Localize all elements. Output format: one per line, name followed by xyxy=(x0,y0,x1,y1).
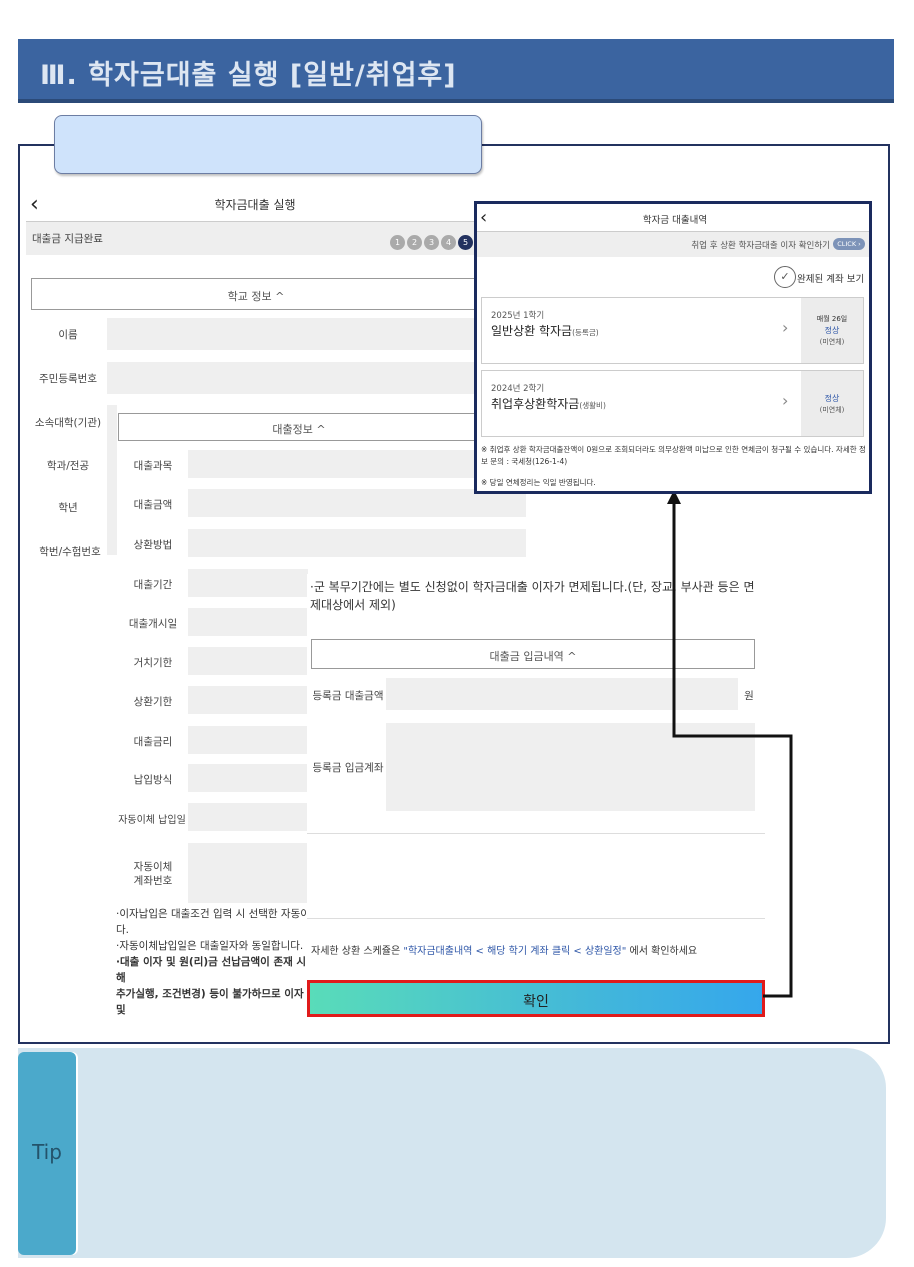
loan-overdue: (미연체) xyxy=(819,406,845,414)
loan-label: 대출과목 xyxy=(133,460,173,472)
loan-term: 2025년 1학기 xyxy=(491,311,545,321)
rrn-field[interactable] xyxy=(107,362,480,394)
loan-label: 납입방식 xyxy=(133,774,173,786)
loan-label: 대출개시일 xyxy=(128,618,178,630)
status-text: 대출금 지급완료 xyxy=(32,233,103,245)
connector-arrow-icon xyxy=(667,490,793,998)
step-dot-active: 5 xyxy=(458,235,473,250)
step-dot: 1 xyxy=(390,235,405,250)
loan-label: 대출금리 xyxy=(133,736,173,748)
loan-field[interactable] xyxy=(188,647,308,675)
completed-accounts-link[interactable]: 완제된 계좌 보기 xyxy=(797,271,864,285)
popup-notice-1: ※ 취업후 상환 학자금대출잔액이 0원으로 조회되더라도 의무상환액 미납으로… xyxy=(481,445,866,466)
check-circle-icon[interactable]: ✓ xyxy=(774,266,796,288)
notes: ·이자납입은 대출조건 입력 시 선택한 자동이 다. ·자동이체납입일은 대출… xyxy=(116,906,310,1018)
loan-label: 상환방법 xyxy=(133,539,173,551)
loan-field[interactable] xyxy=(188,764,308,792)
loan-label: 대출금액 xyxy=(133,499,173,511)
schedule-note-path: "학자금대출내역 < 해당 학기 계좌 클릭 < 상환일정" xyxy=(403,946,627,957)
auto-account-field[interactable] xyxy=(188,843,308,903)
popup-back-icon[interactable]: ‹ xyxy=(480,207,487,228)
loan-label: 대출기간 xyxy=(133,579,173,591)
loan-field[interactable] xyxy=(188,608,308,636)
tuition-account-label: 등록금 입금계좌 xyxy=(312,762,384,774)
click-badge[interactable]: CLICK › xyxy=(833,238,865,250)
loan-name-wrap: 일반상환 학자금(등록금) xyxy=(491,322,599,339)
step-dot: 2 xyxy=(407,235,422,250)
loan-field[interactable] xyxy=(188,686,308,714)
popup-title: 학자금 대출내역 xyxy=(642,215,708,226)
name-field[interactable] xyxy=(107,318,480,350)
field-label-rrn: 주민등록번호 xyxy=(39,373,97,385)
page-title: Ⅲ. 학자금대출 실행 [일반/취업후] xyxy=(18,39,894,103)
loan-due: 매월 26일 xyxy=(816,315,848,323)
field-label-name: 이름 xyxy=(58,329,78,341)
popup-notice-2: ※ 당일 연체정리는 익일 반영됩니다. xyxy=(481,478,596,487)
note-line: ·대출 이자 및 원(리)금 선납금액이 존재 시 해 xyxy=(116,956,307,984)
loan-label: 거치기한 xyxy=(133,657,173,669)
loan-label: 자동이체 납입일 xyxy=(118,815,186,826)
loan-sub: (생활비) xyxy=(579,401,606,410)
note-line: 다. xyxy=(116,924,129,936)
note-line: 추가실행, 조건변경) 등이 불가하므로 이자 및 xyxy=(116,988,304,1016)
loan-info-toggle[interactable]: 대출정보 ^ xyxy=(118,413,480,441)
loan-field[interactable] xyxy=(188,803,308,831)
chevron-right-icon: › xyxy=(782,391,789,410)
schedule-note-prefix: 자세한 상환 스케쥴은 xyxy=(311,946,404,957)
field-label-major: 학과/전공 xyxy=(46,460,90,472)
loan-status: 정상 xyxy=(824,326,840,335)
loan-field[interactable] xyxy=(188,569,308,597)
field-label-univ: 소속대학(기관) xyxy=(34,417,102,429)
loan-sub: (등록금) xyxy=(572,328,599,337)
interest-check-link[interactable]: 취업 후 상환 학자금대출 이자 확인하기 xyxy=(640,239,830,251)
school-field-strip xyxy=(107,405,117,555)
loan-term: 2024년 2학기 xyxy=(491,384,545,394)
note-line: ·이자납입은 대출조건 입력 시 선택한 자동이 xyxy=(116,908,310,920)
auto-account-label: 자동이체 계좌번호 xyxy=(133,861,173,887)
app-title: 학자금대출 실행 xyxy=(214,198,296,212)
loan-name: 일반상환 학자금 xyxy=(491,324,573,338)
tip-label: Tip xyxy=(32,1140,62,1164)
step-indicator: 12345 xyxy=(390,230,475,250)
field-label-grade: 학년 xyxy=(58,502,78,514)
loan-field[interactable] xyxy=(188,726,308,754)
click-badge-text: CLICK xyxy=(837,240,857,248)
school-info-toggle[interactable]: 학교 정보 ^ xyxy=(31,278,481,310)
tip-panel xyxy=(18,1048,886,1258)
loan-name: 취업후상환학자금 xyxy=(491,397,580,411)
loan-field[interactable] xyxy=(188,529,526,557)
back-arrow-icon[interactable]: ‹ xyxy=(30,192,39,217)
loan-name-wrap: 취업후상환학자금(생활비) xyxy=(491,395,606,412)
note-line: ·자동이체납입일은 대출일자와 동일합니다. xyxy=(116,940,304,952)
field-label-student-id: 학번/수험번호 xyxy=(39,546,101,558)
step-dot: 4 xyxy=(441,235,456,250)
loan-overdue: (미연체) xyxy=(819,338,845,346)
chevron-right-icon: › xyxy=(782,318,789,337)
tuition-amount-label: 등록금 대출금액 xyxy=(312,690,384,702)
section-tab xyxy=(54,115,482,174)
step-dot: 3 xyxy=(424,235,439,250)
loan-status: 정상 xyxy=(824,394,840,403)
loan-label: 상환기한 xyxy=(133,696,173,708)
